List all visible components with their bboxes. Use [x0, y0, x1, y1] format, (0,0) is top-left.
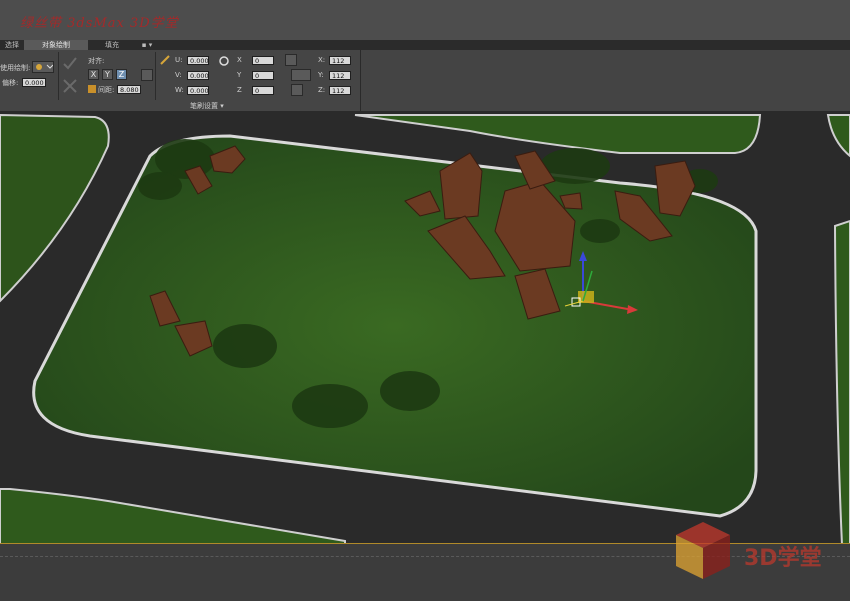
divider [58, 52, 59, 100]
scale-z-label: Z: [318, 86, 326, 94]
rot-z-spinner[interactable]: 0 [252, 86, 274, 95]
offset-label: 偏移: [2, 79, 19, 87]
checkmark-icon[interactable] [62, 56, 78, 72]
v-label: V: [175, 71, 182, 79]
align-label: 对齐: [88, 57, 105, 65]
viewport-3d[interactable] [0, 111, 850, 545]
spacing-icon [88, 85, 96, 93]
w-label: W: [175, 86, 184, 94]
rot-x-spinner[interactable]: 0 [252, 56, 274, 65]
spacing-label: 间距: [98, 86, 115, 94]
axis-x-button[interactable]: X [88, 69, 99, 80]
watermark-text: 绿丝带 3dsMax 3D学堂 [20, 16, 179, 31]
scale-y-label: Y: [318, 71, 324, 79]
axis-y-button[interactable]: Y [102, 69, 113, 80]
logo-cube-icon [676, 522, 730, 579]
brush-settings-label[interactable]: 笔刷设置 ▾ [190, 101, 224, 111]
axis-z-button[interactable]: Z [116, 69, 127, 80]
rot-x-label: X [237, 56, 242, 64]
paint-on-label: 使用绘制: [0, 64, 31, 72]
scale-icon[interactable] [285, 54, 297, 66]
rot-y-spinner[interactable]: 0 [252, 71, 274, 80]
tab-selection[interactable]: 选择 [0, 40, 24, 50]
tab-populate[interactable]: 填充 [92, 40, 132, 50]
flip-icon[interactable] [141, 69, 153, 81]
scale-x-label: X: [318, 56, 326, 64]
logo-watermark-text: 3D学堂 [744, 546, 822, 571]
tab-object-paint[interactable]: 对象绘制 [24, 40, 88, 50]
paint-brush-icon [36, 64, 54, 70]
rotate-icon [219, 56, 229, 66]
w-spinner[interactable]: 0.000 [187, 86, 209, 95]
divider [155, 52, 156, 100]
ribbon-empty-area [361, 50, 850, 111]
rot-z-label: Z [237, 86, 242, 94]
lock-scale-icon[interactable] [291, 84, 303, 96]
ribbon-panel: 使用绘制: 偏移: 0.000 对齐: X Y Z 间距: 8.080 U: 0… [0, 50, 361, 111]
scale-mode-dropdown[interactable] [291, 69, 311, 81]
scale-z-spinner[interactable]: 112 [329, 86, 351, 95]
scale-x-spinner[interactable]: 112 [329, 56, 351, 65]
scene-render [0, 111, 850, 545]
title-bar: 绿丝带 3dsMax 3D学堂 [0, 0, 850, 40]
close-icon[interactable] [62, 78, 78, 94]
u-spinner[interactable]: 0.000 [187, 56, 209, 65]
offset-spinner[interactable]: 0.000 [22, 78, 46, 87]
ribbon-tab-bar: 选择 对象绘制 填充 ▪ ▾ [0, 40, 850, 50]
offset-icon [160, 55, 170, 65]
scale-y-spinner[interactable]: 112 [329, 71, 351, 80]
v-spinner[interactable]: 0.000 [187, 71, 209, 80]
u-label: U: [175, 56, 183, 64]
tab-dropdown-icon[interactable]: ▪ ▾ [132, 40, 162, 50]
spacing-spinner[interactable]: 8.080 [117, 85, 141, 94]
paint-on-dropdown[interactable] [32, 61, 54, 73]
rot-y-label: Y [237, 71, 242, 79]
